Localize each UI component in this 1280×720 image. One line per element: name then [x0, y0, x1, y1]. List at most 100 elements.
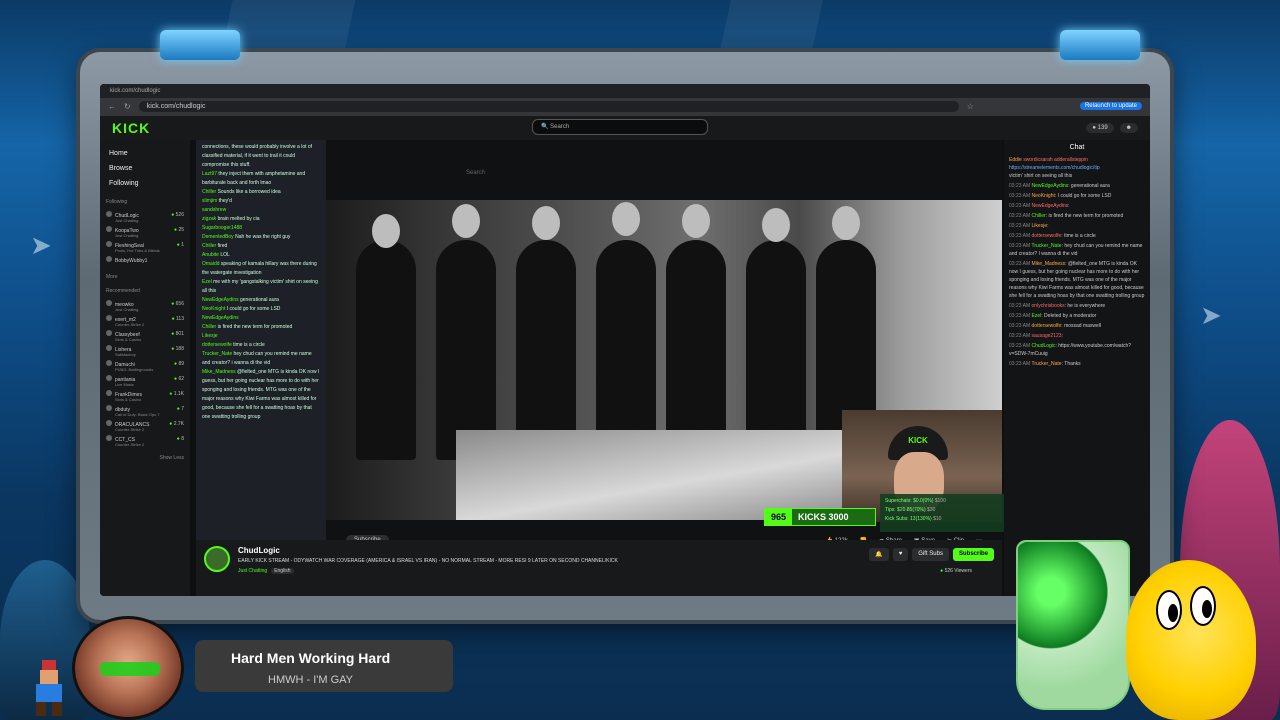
overlay-chat-user[interactable]: dottersewolfe [202, 342, 232, 348]
overlay-chat-message: Chiller Sounds like a borrowed idea [202, 188, 320, 197]
chat-username[interactable]: NeoKnight [1032, 193, 1055, 199]
tab[interactable]: kick.com/chudlogic [110, 88, 160, 94]
viewer-count: ● 188 [171, 346, 184, 352]
overlay-chat-user[interactable]: Sugarbooger1488 [202, 225, 242, 231]
overlay-chat-text: Sounds like a borrowed idea [217, 189, 281, 195]
chat-username[interactable]: dottersewolfe [1032, 233, 1062, 239]
sunglasses-graphic [100, 662, 160, 676]
overlay-chat-user[interactable]: zigzak [202, 216, 216, 222]
overlay-chat-user[interactable]: DementedBoy [202, 234, 234, 240]
chat-username[interactable]: Trucker_Nate [1031, 243, 1061, 249]
relaunch-button[interactable]: Relaunch to update [1079, 102, 1142, 110]
chat-timestamp: 03:23 AM [1009, 223, 1031, 229]
heart-icon[interactable]: ♥ [892, 548, 909, 561]
overlay-chat-text: they inject them with amphetamine and ba… [202, 171, 306, 186]
search-input[interactable]: 🔍 Search [532, 119, 708, 135]
reload-icon[interactable]: ↻ [124, 102, 131, 111]
chat-username[interactable]: Mike_Madness [1032, 261, 1066, 267]
channel-avatar [106, 420, 112, 426]
category-tag[interactable]: Just Chatting [238, 568, 267, 574]
gift-subs-button[interactable]: Gift Subs [912, 548, 949, 561]
chat-username[interactable]: onlychrisbooks [1032, 303, 1065, 309]
channel-category: Slots & Casino [115, 337, 142, 342]
overlay-chat-user[interactable]: Chiller [202, 324, 216, 330]
sidebar-nav-home[interactable]: Home [106, 146, 184, 161]
chat-text: is fired the new term for promoted [1048, 213, 1124, 219]
streamer-avatar[interactable] [204, 546, 230, 572]
chat-username[interactable]: Likesje [1032, 223, 1048, 229]
pinned-user[interactable]: Eddie [1009, 157, 1022, 163]
bird-pupil [1202, 600, 1212, 618]
browser-tabbar: kick.com/chudlogic [100, 84, 1150, 98]
overlay-chat-user[interactable]: sandshrew [202, 207, 226, 213]
chat-text: mossad maxwell [1064, 323, 1102, 329]
overlay-chat-user[interactable]: Lazt97 [202, 171, 217, 177]
overlay-chat-text: they'd [218, 198, 232, 204]
url-field[interactable]: kick.com/chudlogic [138, 100, 959, 112]
notify-icon[interactable]: 🔔 [869, 548, 889, 561]
figure-head [682, 204, 710, 238]
overlay-chat-user[interactable]: Ezel [202, 279, 212, 285]
pinned-link[interactable]: https://streamelements.com/chudlogic/tip [1009, 164, 1145, 172]
pinned-name[interactable]: adderallsteppin [1054, 157, 1088, 163]
overlay-chat-message: slimjim they'd [202, 197, 320, 206]
sidebar-nav-browse[interactable]: Browse [106, 161, 184, 176]
overlay-chat-text: @fielted_one MTG is kinda OK now I guess… [202, 369, 320, 420]
chat-text: I could go for some LSD [1057, 193, 1112, 199]
kick-logo[interactable]: KICK [112, 120, 150, 136]
channel-category: Slots & Casino [115, 397, 142, 402]
pinned-name[interactable]: swordicsarah [1023, 157, 1052, 163]
channel-viewers: 1 [181, 242, 184, 248]
figure-head [832, 206, 860, 240]
overlay-chat-user[interactable]: Mike_Madness [202, 369, 236, 375]
back-icon[interactable]: ← [108, 102, 116, 111]
viewer-count: ● 526 [171, 212, 184, 218]
chat-username[interactable]: NewEdgeAydins [1032, 183, 1069, 189]
chat-title: Chat [1069, 144, 1085, 151]
overlay-chat-user[interactable]: NewEdgeAydins [202, 315, 239, 321]
viewer-count: ● 113 [172, 316, 184, 322]
chat-username[interactable]: sausage2123 [1032, 333, 1062, 339]
overlay-chat-user[interactable]: Likesje [202, 333, 218, 339]
overlay-chat-user[interactable]: Chiller [202, 243, 216, 249]
chat-message: 03:23 AM dottersewolfe: mossad maxwell [1009, 323, 1102, 329]
chat-timestamp: 03:23 AM [1009, 303, 1031, 309]
language-tag[interactable]: English [271, 568, 294, 574]
overlay-chat-text: I could go for some LSD [226, 306, 281, 312]
chat-timestamp: 03:23 AM [1009, 343, 1031, 349]
channel-viewers: 1.1K [173, 391, 184, 397]
player-search[interactable]: Search [466, 170, 485, 176]
overlay-chat-user[interactable]: Omaidd [202, 261, 220, 267]
overlay-chat-user[interactable]: Chiller [202, 189, 216, 195]
channel-viewers: 801 [175, 331, 184, 337]
sidebar-nav-following[interactable]: Following [106, 176, 184, 191]
subscribe-button[interactable]: Subscribe [952, 548, 994, 561]
figure [436, 240, 496, 460]
kicks-balance[interactable]: ● 139 [1086, 123, 1114, 133]
overlay-chat-user[interactable]: Trucker_Nate [202, 351, 232, 357]
more-link[interactable]: More [106, 274, 184, 280]
overlay-chat-user[interactable]: Anubite [202, 252, 219, 258]
sidebar-channel[interactable]: BobbyWubby1 [106, 254, 184, 266]
chat-username[interactable]: ChudLogic [1032, 343, 1056, 349]
chat-username[interactable]: Chiller [1032, 213, 1046, 219]
channel-category: Pools, Hot Tubs & Bikinis [115, 248, 160, 253]
overlay-chat-user[interactable]: NewEdgeAydins [202, 297, 239, 303]
chat-text: victim' shirt on seeing all this [1009, 173, 1073, 179]
pinned-message: Eddie swordicsarah adderallsteppin [1009, 156, 1145, 164]
user-avatar[interactable]: ☻ [1119, 123, 1138, 133]
chat-username[interactable]: Ezel [1032, 313, 1042, 319]
overlay-chat-user[interactable]: NeoKnight [202, 306, 225, 312]
chat-username[interactable]: NewEdgeAydins [1032, 203, 1069, 209]
streamer-name[interactable]: ChudLogic [238, 546, 280, 555]
chat-username[interactable]: dottersewolfe [1032, 323, 1062, 329]
show-less-link[interactable]: Show Less [106, 455, 184, 461]
chat-message: 03:23 AM Chiller: is fired the new term … [1009, 213, 1124, 219]
overlay-chat-user[interactable]: slimjim [202, 198, 217, 204]
star-icon[interactable]: ☆ [967, 102, 974, 111]
chat-messages: victim' shirt on seeing all this 03:23 AM… [1009, 172, 1145, 368]
pixel-character [36, 660, 62, 716]
channel-name: BobbyWubby1 [115, 258, 148, 264]
fish-icon: ➤ [1200, 300, 1222, 330]
chat-username[interactable]: Trucker_Nate [1031, 361, 1061, 367]
